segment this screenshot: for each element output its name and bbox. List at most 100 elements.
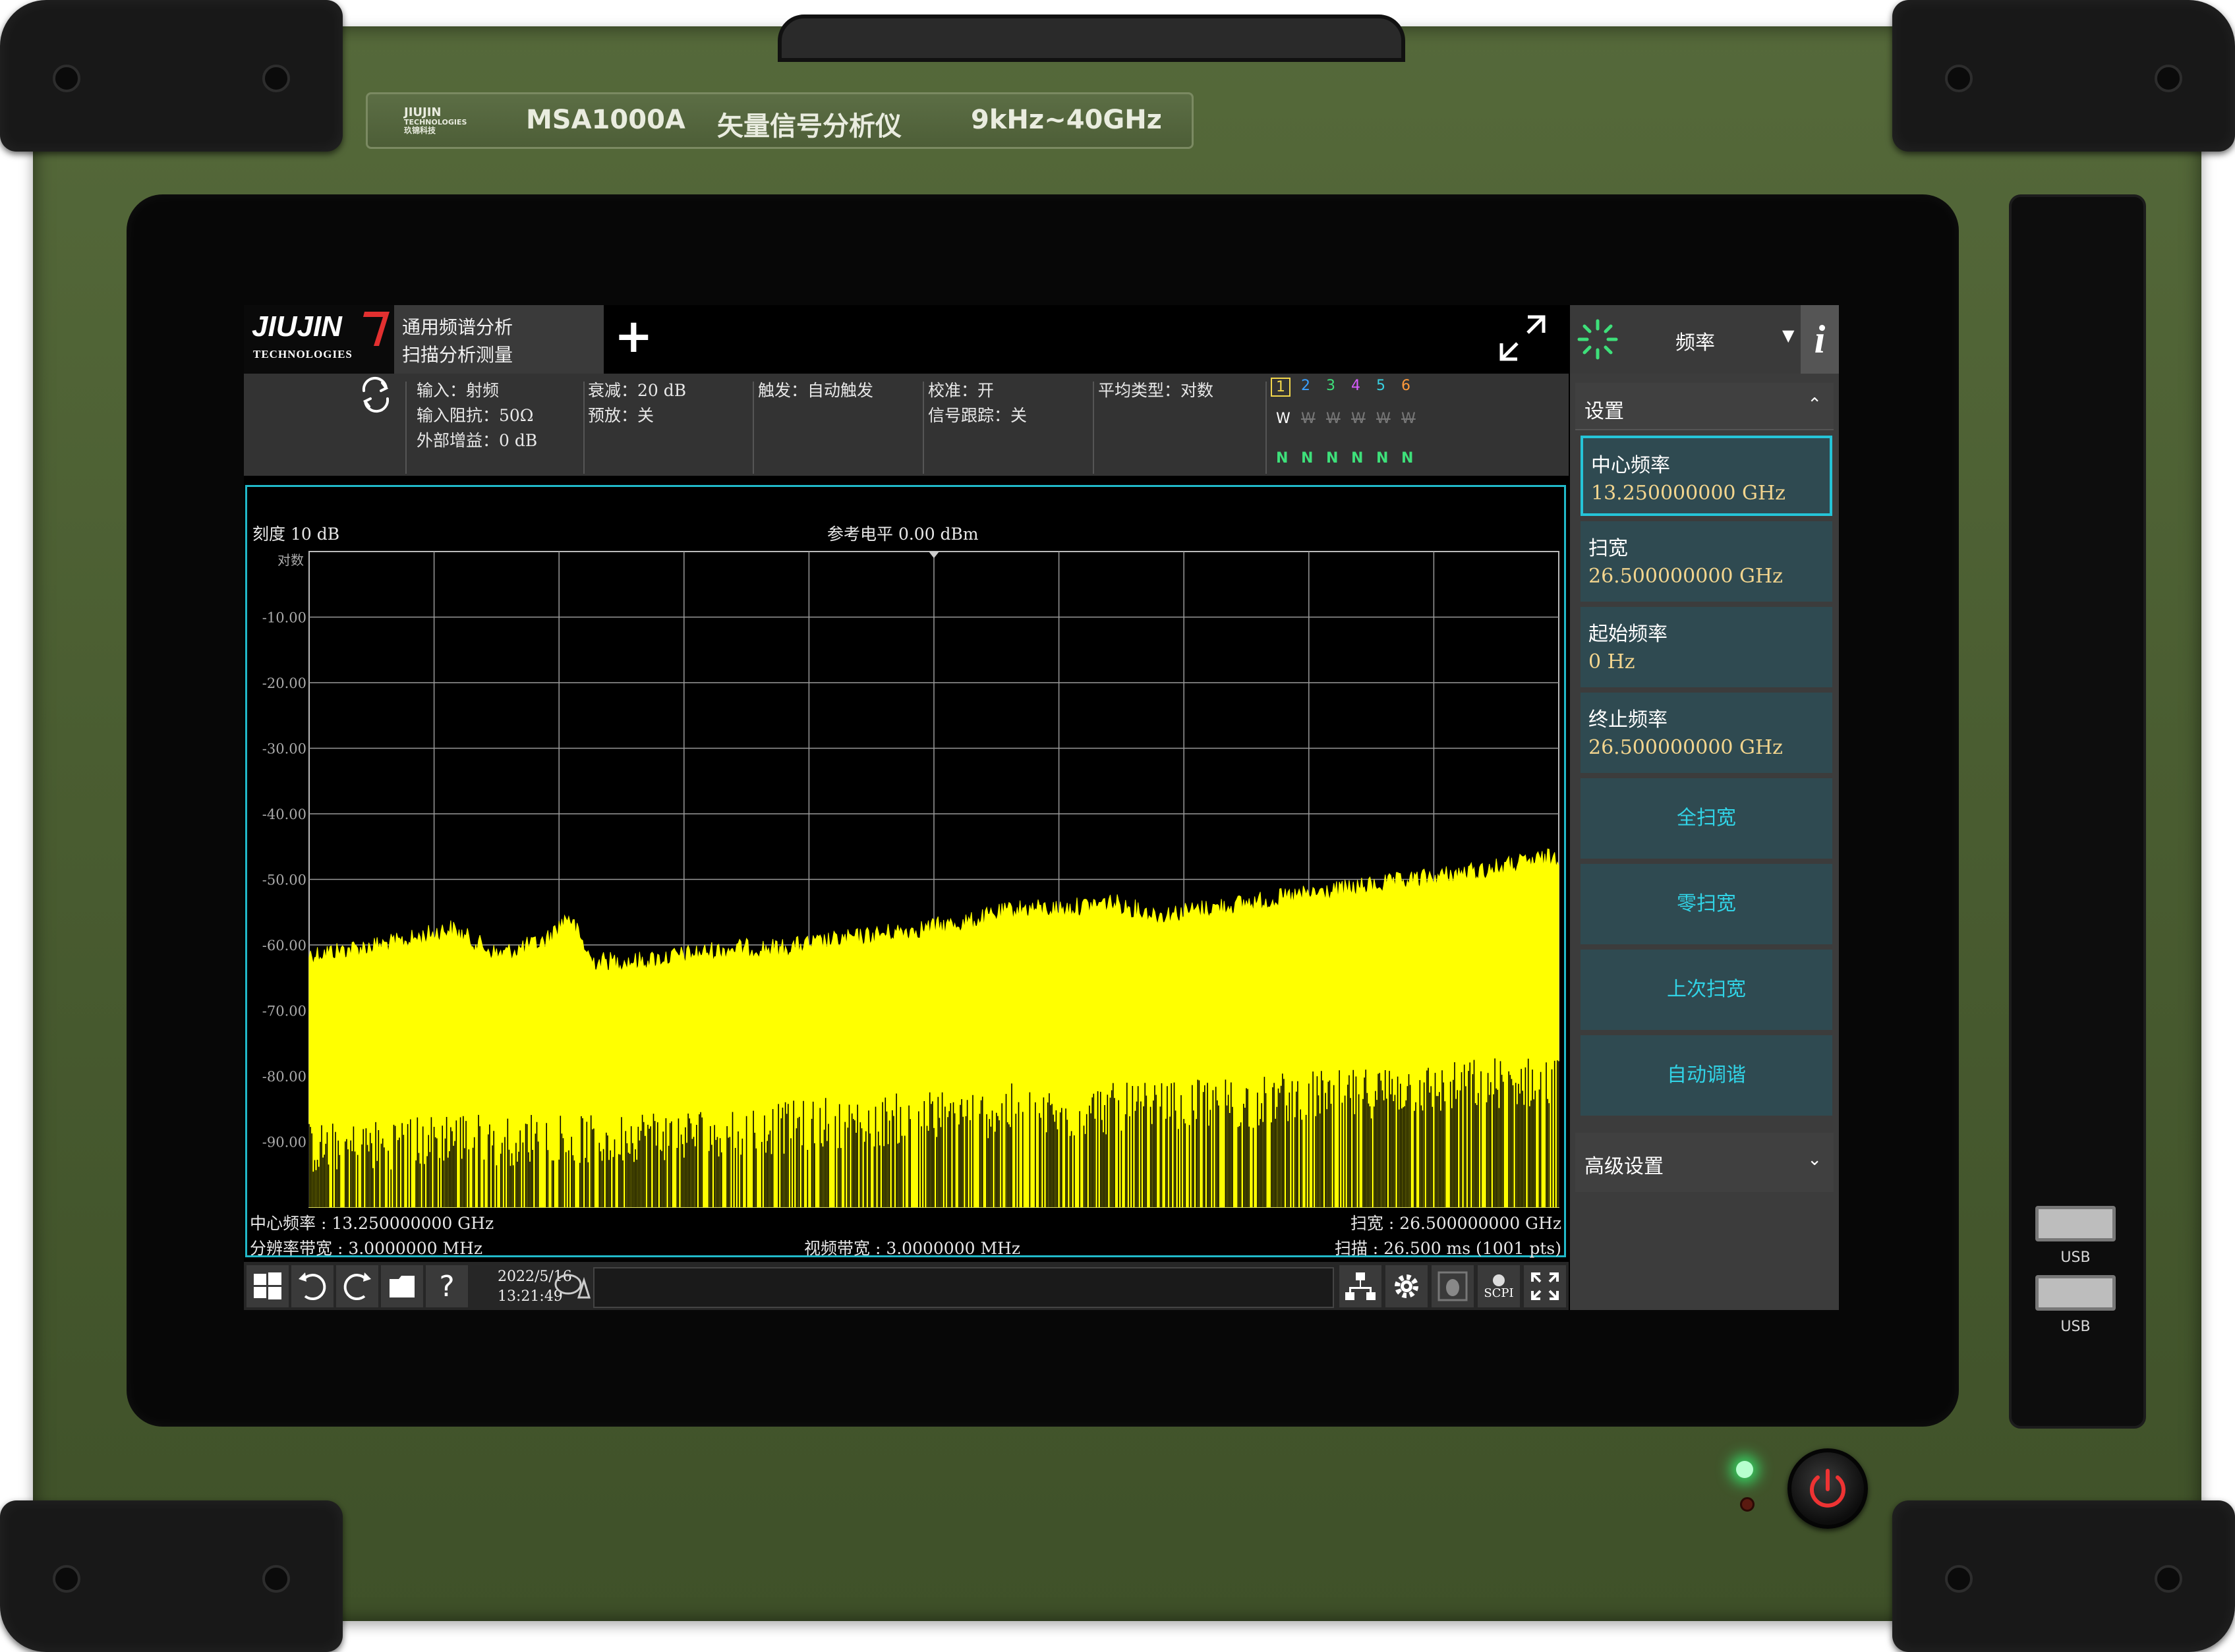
power-led	[1736, 1461, 1753, 1478]
spectrum-graph[interactable]: -10.00 -20.00 -30.00 -40.00 -50.00 -60.00 -70.…	[245, 485, 1566, 1258]
scpi-button[interactable]: SCPI	[1478, 1265, 1520, 1307]
center-frequency-button[interactable]: 中心频率 13.250000000 GHz	[1581, 436, 1832, 516]
span-button[interactable]: 扫宽 26.500000000 GHz	[1581, 521, 1832, 602]
usb-port-2[interactable]: USB	[2035, 1275, 2116, 1335]
vbw-readout: 视频带宽 : 3.0000000 MHz	[804, 1239, 1021, 1258]
y-tick-label: -90.00	[262, 1135, 306, 1151]
y-tick-label: -50.00	[262, 872, 306, 888]
trace-1-number[interactable]: 1	[1271, 378, 1291, 397]
spectrum-chart: -10.00 -20.00 -30.00 -40.00 -50.00 -60.00 -70.…	[262, 551, 1559, 1208]
advanced-settings-header[interactable]: 高级设置 ⌄	[1575, 1133, 1834, 1192]
last-span-button[interactable]: 上次扫宽	[1581, 950, 1832, 1030]
redo-icon	[343, 1272, 371, 1300]
message-icon[interactable]	[554, 1271, 591, 1303]
start-frequency-button[interactable]: 起始频率 0 Hz	[1581, 607, 1832, 687]
file-button[interactable]	[381, 1265, 423, 1307]
impedance-setting[interactable]: 输入阻抗：50Ω	[417, 403, 534, 426]
gear-icon	[1395, 1274, 1418, 1298]
usb-port-1[interactable]: USB	[2035, 1206, 2116, 1266]
network-button[interactable]	[1339, 1265, 1381, 1307]
signal-track-setting[interactable]: 信号跟踪：关	[928, 403, 1027, 426]
trace-6-mode: W	[1401, 411, 1416, 427]
trace-4-mode: W	[1351, 411, 1366, 427]
param-name: 终止频率	[1588, 708, 1668, 731]
redo-button[interactable]	[336, 1265, 378, 1307]
add-tab-button[interactable]: +	[614, 313, 653, 359]
log-label: 对数	[277, 552, 304, 568]
power-button[interactable]	[1787, 1448, 1868, 1529]
menu-title[interactable]: 频率	[1675, 326, 1715, 355]
param-value: 0 Hz	[1588, 650, 1635, 673]
undo-button[interactable]	[291, 1265, 334, 1307]
full-span-button[interactable]: 全扫宽	[1581, 778, 1832, 859]
stop-frequency-button[interactable]: 终止频率 26.500000000 GHz	[1581, 693, 1832, 773]
windows-start-button[interactable]	[247, 1265, 289, 1307]
y-tick-label: -20.00	[262, 675, 306, 691]
fullscreen-button[interactable]	[1524, 1265, 1566, 1307]
status-message-bar	[593, 1267, 1334, 1308]
action-label: 零扫宽	[1677, 892, 1736, 915]
trace-6-detector: N	[1401, 450, 1414, 467]
logo-text: JIUJIN	[252, 310, 342, 343]
refresh-icon[interactable]	[357, 376, 394, 413]
corner-bumper-bottom-right	[1892, 1500, 2235, 1652]
param-value: 26.500000000 GHz	[1588, 565, 1783, 588]
average-type-setting[interactable]: 平均类型：对数	[1098, 378, 1213, 401]
trace-1-detector: N	[1276, 450, 1289, 467]
action-label: 自动调谐	[1667, 1064, 1746, 1087]
usb-label: USB	[2060, 1319, 2091, 1335]
network-icon	[1345, 1272, 1376, 1300]
ext-gain-setting[interactable]: 外部增益：0 dB	[417, 428, 537, 451]
trace-5-number[interactable]: 5	[1376, 378, 1385, 394]
tab-spectrum-analysis[interactable]: 通用频谱分析 扫描分析测量	[394, 305, 604, 374]
param-name: 起始频率	[1588, 623, 1668, 646]
attenuation-setting[interactable]: 衰减：20 dB	[588, 378, 686, 401]
trace-4-detector: N	[1351, 450, 1364, 467]
frequency-range: 9kHz~40GHz	[971, 105, 1162, 135]
calibration-setting[interactable]: 校准：开	[928, 378, 994, 401]
trace-4-number[interactable]: 4	[1351, 378, 1360, 394]
settings-button[interactable]	[1385, 1265, 1428, 1307]
y-tick-label: -40.00	[262, 807, 306, 822]
action-label: 全扫宽	[1677, 807, 1736, 830]
trace-2-number[interactable]: 2	[1301, 378, 1310, 394]
scpi-indicator-icon	[1493, 1274, 1505, 1286]
info-button[interactable]: i	[1801, 305, 1839, 374]
bug-icon	[1437, 1271, 1468, 1301]
preamp-setting[interactable]: 预放：关	[588, 403, 654, 426]
carry-handle	[778, 14, 1405, 62]
auto-tune-button[interactable]: 自动调谐	[1581, 1035, 1832, 1116]
trace-1-mode: W	[1276, 411, 1291, 427]
help-button[interactable]: ?	[426, 1265, 468, 1307]
restore-window-icon[interactable]	[1496, 312, 1549, 364]
corner-bumper-top-right	[1892, 0, 2235, 152]
trigger-setting[interactable]: 触发：自动触发	[758, 378, 873, 401]
trace-2-mode: W	[1301, 411, 1316, 427]
logo-mark-icon	[363, 312, 390, 346]
debug-button[interactable]	[1432, 1265, 1474, 1307]
tab-line1: 通用频谱分析	[402, 316, 513, 338]
action-label: 上次扫宽	[1667, 978, 1746, 1001]
settings-section-header[interactable]: 设置 ⌃	[1575, 383, 1834, 430]
trace-3-number[interactable]: 3	[1326, 378, 1335, 394]
advanced-label: 高级设置	[1584, 1155, 1664, 1178]
logo-subtext: TECHNOLOGIES	[253, 348, 353, 360]
y-tick-label: -70.00	[262, 1004, 306, 1019]
y-tick-label: -10.00	[262, 610, 306, 626]
trace-6-number[interactable]: 6	[1401, 378, 1410, 394]
trace-3-detector: N	[1326, 450, 1339, 467]
y-tick-label: -80.00	[262, 1069, 306, 1085]
zero-span-button[interactable]: 零扫宽	[1581, 864, 1832, 944]
y-tick-label: -30.00	[262, 741, 306, 757]
input-setting[interactable]: 输入：射频	[417, 378, 499, 401]
softkey-panel: 频率 ▼ i 设置 ⌃ 中心频率 13.250000000 GHz 扫宽 26.…	[1570, 305, 1839, 1310]
application-screen: JIUJIN TECHNOLOGIES 通用频谱分析 扫描分析测量 + 输入：射…	[244, 305, 1839, 1310]
trace-3-mode: W	[1326, 411, 1341, 427]
trace-5-mode: W	[1376, 411, 1391, 427]
ref-marker-icon	[929, 552, 939, 558]
instrument-title: 矢量信号分析仪	[717, 111, 902, 142]
menu-dropdown-icon[interactable]: ▼	[1782, 326, 1794, 345]
y-tick-label: -60.00	[262, 938, 306, 954]
scale-label: 刻度 10 dB	[252, 525, 340, 544]
fullscreen-icon	[1531, 1272, 1559, 1300]
